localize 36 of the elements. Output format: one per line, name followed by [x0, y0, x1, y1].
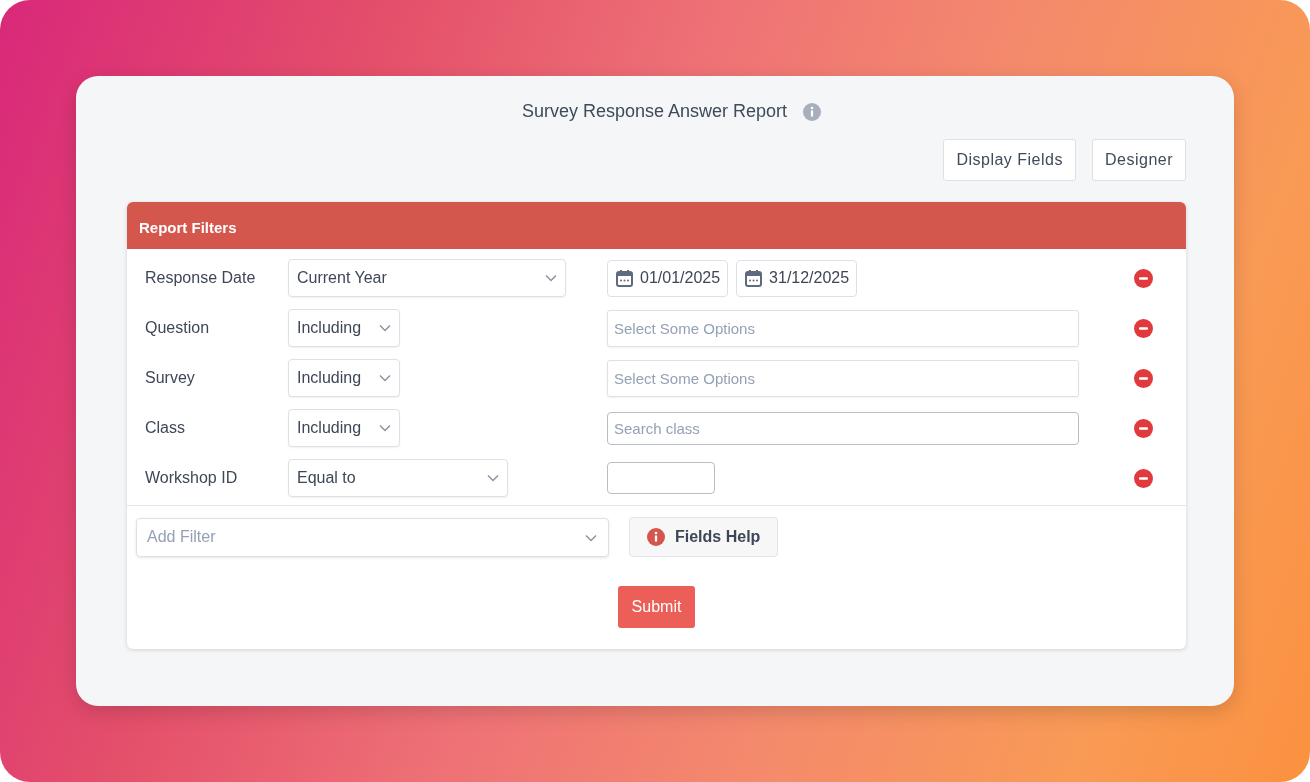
- search-field[interactable]: Search class: [607, 411, 1079, 445]
- calendar-icon: [615, 268, 634, 288]
- remove-icon[interactable]: [1133, 468, 1153, 488]
- caret-icon: [379, 374, 391, 382]
- remove-icon[interactable]: [1133, 418, 1153, 438]
- filter-label: Question: [145, 318, 211, 338]
- caret-icon: [487, 474, 499, 482]
- filter-label: Workshop ID: [145, 468, 239, 488]
- date-field[interactable]: 01/01/2025: [607, 259, 729, 297]
- operator-select[interactable]: Including: [288, 359, 400, 397]
- panel-header: Report Filters: [127, 202, 1186, 249]
- add-filter-select[interactable]: Add Filter: [136, 517, 609, 557]
- operator-select[interactable]: Including: [288, 309, 400, 347]
- toolbar-button[interactable]: Designer: [1091, 139, 1186, 181]
- multi-select-field[interactable]: Select Some Options: [607, 359, 1079, 397]
- date-field[interactable]: 31/12/2025: [736, 259, 858, 297]
- operator-select[interactable]: Including: [288, 409, 400, 447]
- filter-label: Class: [145, 418, 186, 438]
- operator-select[interactable]: Current Year: [288, 259, 566, 297]
- caret-icon: [545, 274, 557, 282]
- fields-help-button[interactable]: Fields Help: [629, 517, 779, 557]
- report-title: Survey Response Answer Report: [521, 100, 788, 123]
- calendar-icon: [744, 268, 764, 288]
- toolbar-button[interactable]: Display Fields: [943, 139, 1076, 181]
- remove-icon[interactable]: [1133, 268, 1153, 288]
- input-field[interactable]: [607, 462, 715, 494]
- multi-select-field[interactable]: Select Some Options: [607, 309, 1079, 347]
- caret-icon: [379, 424, 391, 432]
- operator-select[interactable]: Equal to: [288, 459, 508, 497]
- caret-icon: [379, 324, 391, 332]
- info-icon: [647, 528, 665, 546]
- caret-icon: [585, 533, 597, 542]
- remove-icon[interactable]: [1133, 368, 1153, 388]
- filter-label: Survey: [145, 368, 196, 388]
- filter-label: Response Date: [145, 268, 257, 288]
- remove-icon[interactable]: [1133, 318, 1153, 338]
